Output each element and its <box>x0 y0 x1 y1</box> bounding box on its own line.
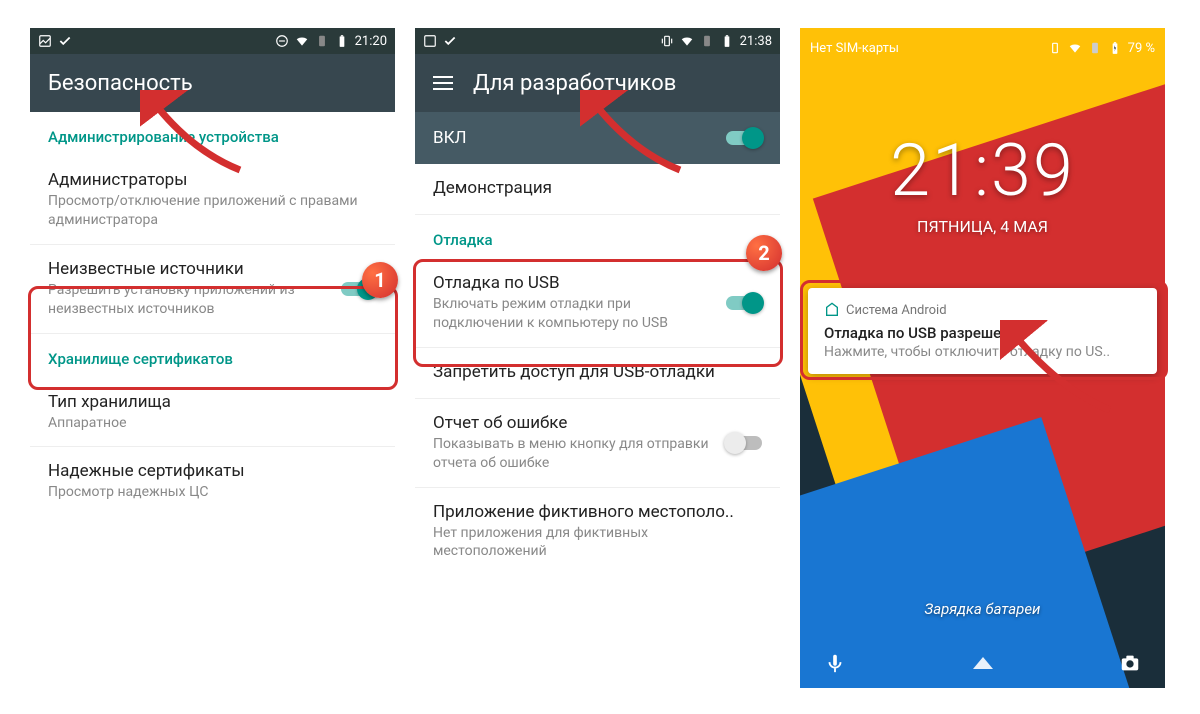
toggle-bug-report[interactable] <box>726 436 762 450</box>
item-desc: Включать режим отладки при подключении к… <box>433 295 716 333</box>
item-title: Запретить доступ для USB-отладки <box>433 362 762 382</box>
item-title: Надежные сертификаты <box>48 461 377 481</box>
phone-security: 21:20 Безопасность Администрирование уст… <box>30 28 395 688</box>
voice-icon[interactable] <box>824 652 846 674</box>
master-toggle-label: ВКЛ <box>433 128 467 148</box>
item-desc: Просмотр надежных ЦС <box>48 483 377 502</box>
lockscreen-clock: 21:39 ПЯТНИЦА, 4 МАЯ <box>800 128 1165 236</box>
vibrate-icon <box>1048 41 1062 55</box>
item-revoke-usb[interactable]: Запретить доступ для USB-отладки <box>415 348 780 399</box>
hamburger-icon[interactable] <box>433 76 453 90</box>
item-desc: Разрешить установку приложений из неизве… <box>48 281 331 319</box>
item-usb-debugging[interactable]: Отладка по USB Включать режим отладки пр… <box>415 259 780 348</box>
no-sim-label: Нет SIM-карты <box>810 41 899 56</box>
toggle-developer-master[interactable] <box>726 131 762 145</box>
appbar-title: Безопасность <box>48 71 193 96</box>
step-badge-1: 1 <box>362 262 398 298</box>
charging-label: Зарядка батареи <box>800 600 1165 618</box>
lockscreen-bottom-bar <box>800 652 1165 674</box>
notification-desc: Нажмите, чтобы отключить отладку по US.. <box>824 344 1141 360</box>
phone-lockscreen: Нет SIM-карты 79 % 21:39 ПЯТНИЦА, 4 МАЯ … <box>800 28 1165 688</box>
phone-developer: 21:38 Для разработчиков ВКЛ Демонстрация… <box>415 28 780 688</box>
clock-label: 21:20 <box>355 34 387 49</box>
clock-date: ПЯТНИЦА, 4 МАЯ <box>800 217 1165 236</box>
battery-charging-icon <box>1108 41 1122 55</box>
step-badge-2: 2 <box>746 235 782 271</box>
chevron-up-icon[interactable] <box>973 657 993 669</box>
master-toggle-bar: ВКЛ <box>415 112 780 164</box>
item-title: Отчет об ошибке <box>433 413 716 433</box>
sim-icon <box>700 34 714 48</box>
check-icon <box>443 34 457 48</box>
settings-content: Администрирование устройства Администрат… <box>30 112 395 516</box>
appbar-security: Безопасность <box>30 54 395 112</box>
item-desc: Нет приложения для фиктивных местоположе… <box>433 524 762 562</box>
wifi-icon <box>295 34 309 48</box>
item-demo-mode[interactable]: Демонстрация <box>415 164 780 215</box>
sim-icon <box>315 34 329 48</box>
battery-icon <box>720 34 734 48</box>
item-title: Неизвестные источники <box>48 259 331 279</box>
status-bar: 21:38 <box>415 28 780 54</box>
item-administrators[interactable]: Администраторы Просмотр/отключение прило… <box>30 156 395 245</box>
notification-title: Отладка по USB разрешена <box>824 324 1141 342</box>
item-title: Демонстрация <box>433 178 762 198</box>
appbar-title: Для разработчиков <box>473 71 676 96</box>
battery-icon <box>335 34 349 48</box>
section-debugging: Отладка <box>415 215 780 259</box>
wifi-icon <box>1068 41 1082 55</box>
notification-usb-debugging[interactable]: Система Android Отладка по USB разрешена… <box>808 288 1157 374</box>
status-bar: Нет SIM-карты 79 % <box>800 34 1165 62</box>
item-bug-report[interactable]: Отчет об ошибке Показывать в меню кнопку… <box>415 399 780 488</box>
item-desc: Показывать в меню кнопку для отправки от… <box>433 435 716 473</box>
check-icon <box>58 34 72 48</box>
clock-label: 21:38 <box>740 34 772 49</box>
toggle-usb-debugging[interactable] <box>726 296 762 310</box>
notification-source: Система Android <box>824 302 1141 318</box>
image-icon <box>38 34 52 48</box>
battery-percent: 79 % <box>1128 41 1155 56</box>
dnd-icon <box>275 34 289 48</box>
dev-content: Демонстрация Отладка Отладка по USB Вклю… <box>415 164 780 575</box>
camera-icon[interactable] <box>1119 652 1141 674</box>
section-cert-storage: Хранилище сертификатов <box>30 334 395 378</box>
section-device-admin: Администрирование устройства <box>30 112 395 156</box>
sim-icon <box>1088 41 1102 55</box>
appbar-developer: Для разработчиков <box>415 54 780 112</box>
item-storage-type[interactable]: Тип хранилища Аппаратное <box>30 378 395 448</box>
item-desc: Аппаратное <box>48 414 377 433</box>
clock-time: 21:39 <box>800 128 1165 213</box>
item-title: Тип хранилища <box>48 392 377 412</box>
wifi-icon <box>680 34 694 48</box>
item-title: Отладка по USB <box>433 273 716 293</box>
item-mock-location[interactable]: Приложение фиктивного местополо.. Нет пр… <box>415 488 780 576</box>
vibrate-icon <box>660 34 674 48</box>
item-desc: Просмотр/отключение приложений с правами… <box>48 192 377 230</box>
item-trusted-certs[interactable]: Надежные сертификаты Просмотр надежных Ц… <box>30 447 395 516</box>
item-title: Администраторы <box>48 170 377 190</box>
status-bar: 21:20 <box>30 28 395 54</box>
item-unknown-sources[interactable]: Неизвестные источники Разрешить установк… <box>30 245 395 334</box>
android-icon <box>824 302 840 318</box>
item-title: Приложение фиктивного местополо.. <box>433 502 762 522</box>
image-icon <box>423 34 437 48</box>
